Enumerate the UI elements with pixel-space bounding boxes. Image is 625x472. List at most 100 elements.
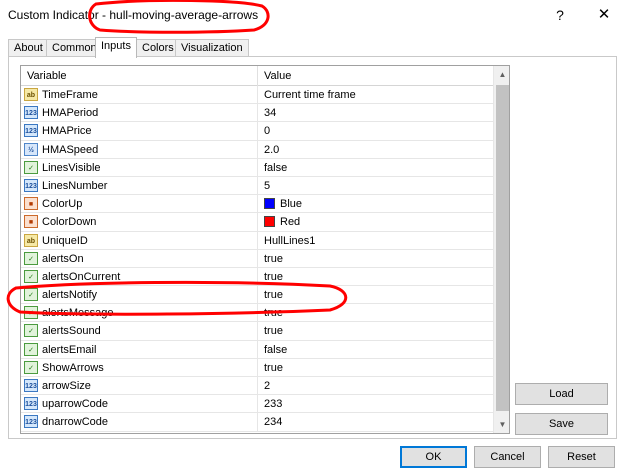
variable-name: uparrowCode [42, 398, 109, 411]
table-row[interactable]: ✓ alertsOn true [21, 249, 493, 268]
boolean-type-icon: ✓ [24, 288, 38, 302]
boolean-type-icon: ✓ [24, 360, 38, 374]
integer-type-icon: 123 [24, 124, 38, 138]
variable-name: alertsEmail [42, 343, 97, 356]
variable-name: HMASpeed [42, 143, 99, 156]
variable-value[interactable]: false [257, 340, 287, 359]
variable-name: ColorDown [42, 216, 97, 229]
variable-value[interactable]: false [257, 158, 288, 177]
integer-type-icon: 123 [24, 379, 38, 392]
variable-value[interactable]: 234 [257, 413, 283, 432]
variable-value-text: true [264, 289, 283, 302]
scroll-down-icon[interactable]: ▼ [494, 416, 509, 433]
integer-type-icon: 123 [24, 178, 38, 192]
tab-inputs[interactable]: Inputs [95, 37, 137, 58]
variable-value-text: true [264, 361, 283, 374]
table-row[interactable]: ✓ alertsEmail false [21, 340, 493, 359]
variable-value-text: true [264, 252, 283, 265]
table-row[interactable]: ab UniqueID HullLines1 [21, 231, 493, 250]
reset-button[interactable]: Reset [548, 446, 615, 468]
load-button[interactable]: Load [515, 383, 608, 405]
variable-value-text: Red [280, 216, 301, 229]
color-type-icon: ■ [24, 215, 38, 229]
table-row[interactable]: ✓ ShowArrows true [21, 358, 493, 377]
variable-value-text: true [264, 325, 283, 338]
boolean-type-icon: ✓ [24, 306, 38, 320]
ok-button[interactable]: OK [400, 446, 467, 468]
table-row[interactable]: 123 LinesNumber 5 [21, 176, 493, 196]
color-swatch [264, 198, 275, 210]
tab-colors[interactable]: Colors [136, 39, 180, 57]
table-row[interactable]: 123 dnarrowCode 234 [21, 413, 493, 432]
cancel-button[interactable]: Cancel [474, 446, 541, 468]
boolean-type-icon: ✓ [24, 324, 38, 338]
title-bar: Custom Indicator - hull-moving-average-a… [0, 0, 625, 30]
variable-value[interactable]: Red [257, 213, 301, 232]
table-row[interactable]: ■ ColorDown Red [21, 213, 493, 232]
variable-value-text: 2 [264, 380, 271, 392]
integer-type-icon: 123 [24, 106, 38, 120]
variable-value[interactable]: true [257, 286, 283, 305]
variable-value-text: 2.0 [264, 143, 280, 156]
integer-type-icon: 123 [24, 397, 38, 411]
variable-value[interactable]: true [257, 322, 283, 341]
variable-value[interactable]: true [257, 358, 283, 377]
variable-value-text: 233 [264, 398, 283, 411]
variable-value[interactable]: true [257, 249, 283, 268]
table-row[interactable]: ✓ alertsNotify true [21, 286, 493, 305]
table-row[interactable]: ■ ColorUp Blue [21, 195, 493, 214]
table-row[interactable]: ✓ alertsOnCurrent true [21, 267, 493, 287]
variable-name: ShowArrows [42, 361, 104, 374]
column-header-value[interactable]: Value [258, 66, 291, 86]
variable-value[interactable]: 5 [257, 176, 271, 195]
column-header-variable[interactable]: Variable [21, 66, 67, 86]
table-row[interactable]: ✓ alertsMessage true [21, 304, 493, 323]
variable-value-text: false [264, 161, 288, 174]
window-title: Custom Indicator - hull-moving-average-a… [8, 8, 259, 22]
table-row[interactable]: ½ HMASpeed 2.0 [21, 140, 493, 159]
variable-value-text: true [264, 270, 283, 283]
variable-value[interactable]: true [257, 304, 283, 323]
table-row[interactable]: 123 HMAPeriod 34 [21, 104, 493, 123]
variable-value[interactable]: Blue [257, 195, 303, 214]
color-type-icon: ■ [24, 197, 38, 211]
close-button[interactable]: ✕ [590, 4, 618, 26]
variable-name: UniqueID [42, 234, 88, 247]
variable-name: ColorUp [42, 198, 83, 211]
help-button[interactable]: ? [546, 4, 574, 26]
boolean-type-icon: ✓ [24, 342, 38, 356]
variable-value[interactable]: 34 [257, 104, 276, 123]
variable-value[interactable]: 0 [257, 122, 270, 141]
variable-name: alertsMessage [42, 307, 114, 320]
variable-value-text: true [264, 307, 283, 320]
variable-name: LinesNumber [42, 179, 108, 192]
variable-value[interactable]: 2 [257, 377, 270, 395]
table-row[interactable]: ✓ alertsSound true [21, 322, 493, 341]
variable-value-text: Blue [280, 198, 303, 211]
scroll-up-icon[interactable]: ▲ [494, 66, 509, 83]
save-button[interactable]: Save [515, 413, 608, 435]
variable-name: alertsOnCurrent [42, 270, 121, 283]
tab-about[interactable]: About [8, 39, 49, 57]
variable-value[interactable]: 2.0 [257, 140, 280, 159]
table-row[interactable]: 123 uparrowCode 233 [21, 395, 493, 414]
inputs-panel: Variable Value ab TimeFrame Current time f… [8, 56, 617, 439]
variable-value[interactable]: Current time frame [257, 86, 356, 104]
variable-value-text: 5 [264, 179, 271, 192]
variable-value[interactable]: HullLines1 [257, 231, 316, 250]
variable-name: HMAPeriod [42, 107, 99, 120]
tab-visualization[interactable]: Visualization [175, 39, 249, 57]
scroll-thumb[interactable] [496, 85, 509, 411]
variable-name: alertsOn [42, 252, 84, 265]
vertical-scrollbar[interactable]: ▲ ▼ [493, 66, 509, 433]
table-row[interactable]: ✓ LinesVisible false [21, 158, 493, 177]
table-row[interactable]: 123 HMAPrice 0 [21, 122, 493, 141]
table-row[interactable]: ab TimeFrame Current time frame [21, 86, 493, 105]
variable-value-text: HullLines1 [264, 234, 316, 247]
text-type-icon: ab [24, 233, 38, 247]
variable-name: arrowSize [42, 380, 91, 392]
variable-value[interactable]: true [257, 267, 283, 286]
table-row[interactable]: 123 arrowSize 2 [21, 377, 493, 396]
variable-value[interactable]: 233 [257, 395, 283, 414]
variable-value-text: 234 [264, 416, 283, 429]
